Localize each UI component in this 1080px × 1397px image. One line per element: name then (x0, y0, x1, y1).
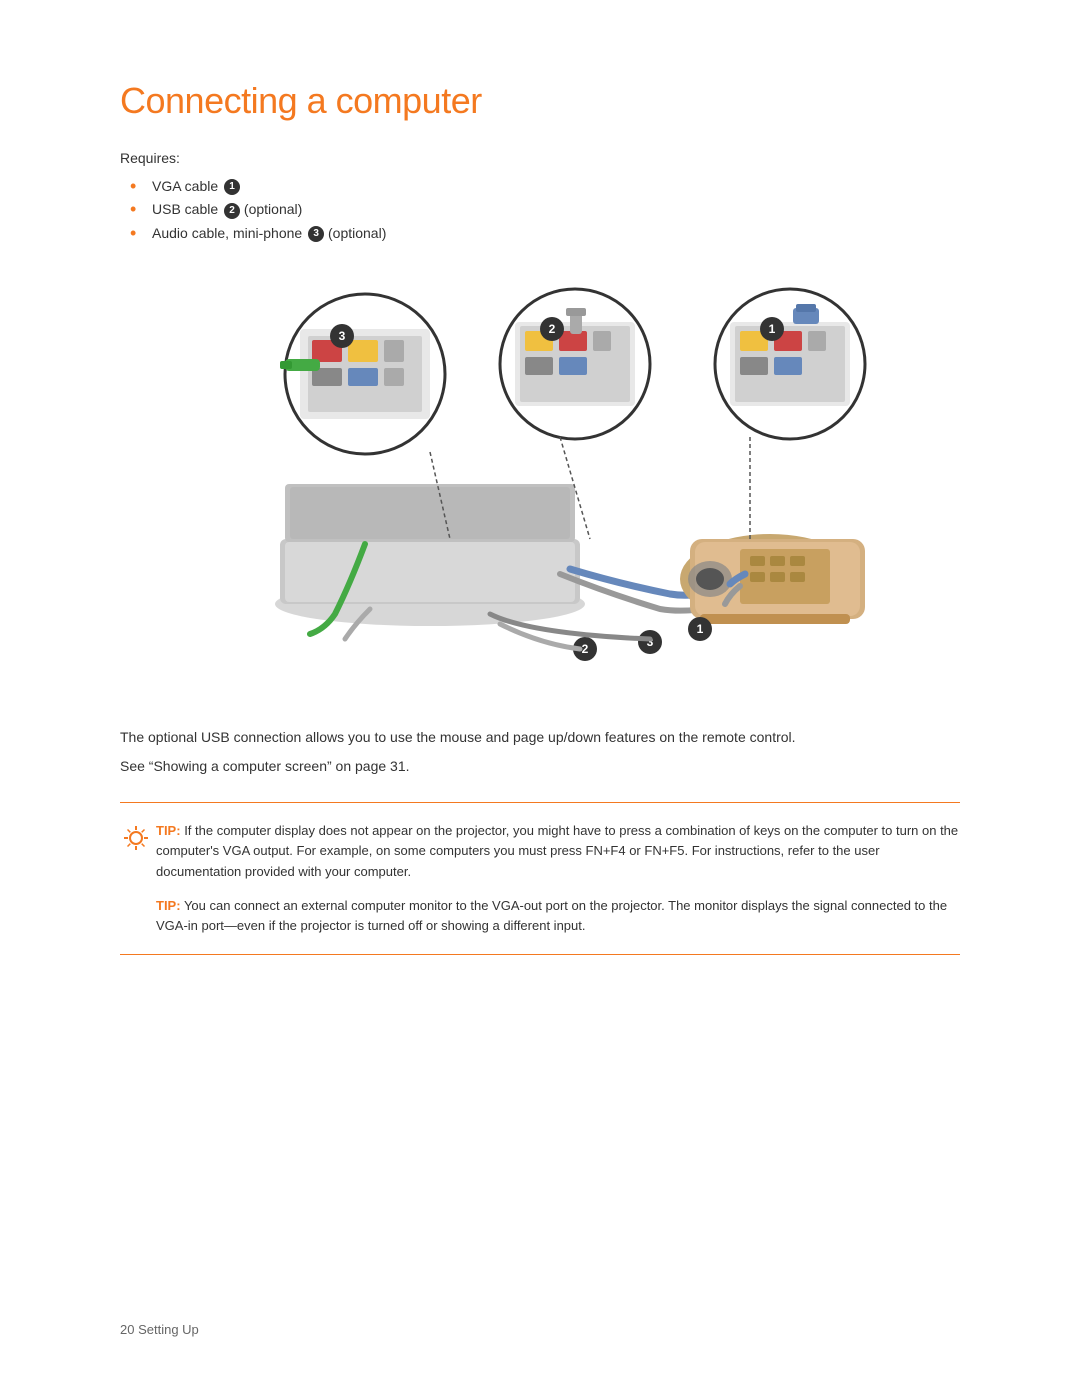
footer: 20 Setting Up (120, 1322, 199, 1337)
tip-text-2: TIP: You can connect an external compute… (156, 896, 960, 936)
circle-num-2: 2 (224, 203, 240, 219)
tip-icon-1 (120, 822, 156, 857)
see-also-text: See “Showing a computer screen” on page … (120, 758, 960, 774)
tip-text-1: TIP: If the computer display does not ap… (156, 821, 960, 881)
footer-text: 20 Setting Up (120, 1322, 199, 1337)
tip-content-1: If the computer display does not appear … (156, 823, 958, 878)
page-title: Connecting a computer (120, 80, 960, 122)
tip-content-2: You can connect an external computer mon… (156, 898, 947, 933)
svg-text:3: 3 (339, 329, 346, 343)
tip-box: TIP: If the computer display does not ap… (120, 802, 960, 955)
list-item: USB cable 2 (optional) (130, 201, 960, 218)
svg-text:2: 2 (582, 642, 589, 656)
bullet-list: VGA cable 1 USB cable 2 (optional) Audio… (130, 178, 960, 242)
page: Connecting a computer Requires: VGA cabl… (0, 0, 1080, 1397)
diagram-container: 2 3 1 3 (120, 274, 960, 694)
circle-num-3: 3 (308, 226, 324, 242)
svg-text:1: 1 (769, 322, 776, 336)
svg-text:2: 2 (549, 322, 556, 336)
connection-diagram: 2 3 1 3 (190, 274, 890, 694)
list-item: Audio cable, mini-phone 3 (optional) (130, 225, 960, 242)
tip-label-2: TIP: (156, 898, 181, 913)
bullet-item-optional-3: (optional) (324, 225, 386, 241)
circle-num-1: 1 (224, 179, 240, 195)
bullet-item-text-1: VGA cable (152, 178, 222, 194)
svg-text:1: 1 (697, 622, 704, 636)
requires-label: Requires: (120, 150, 960, 166)
bullet-item-optional-2: (optional) (240, 201, 302, 217)
bullet-item-text-2: USB cable (152, 201, 222, 217)
bullet-item-text-3: Audio cable, mini-phone (152, 225, 306, 241)
tip-row-2: TIP: You can connect an external compute… (120, 896, 960, 936)
tip-row-1: TIP: If the computer display does not ap… (120, 821, 960, 881)
list-item: VGA cable 1 (130, 178, 960, 195)
tip-label-1: TIP: (156, 823, 181, 838)
body-text-usb: The optional USB connection allows you t… (120, 726, 940, 748)
